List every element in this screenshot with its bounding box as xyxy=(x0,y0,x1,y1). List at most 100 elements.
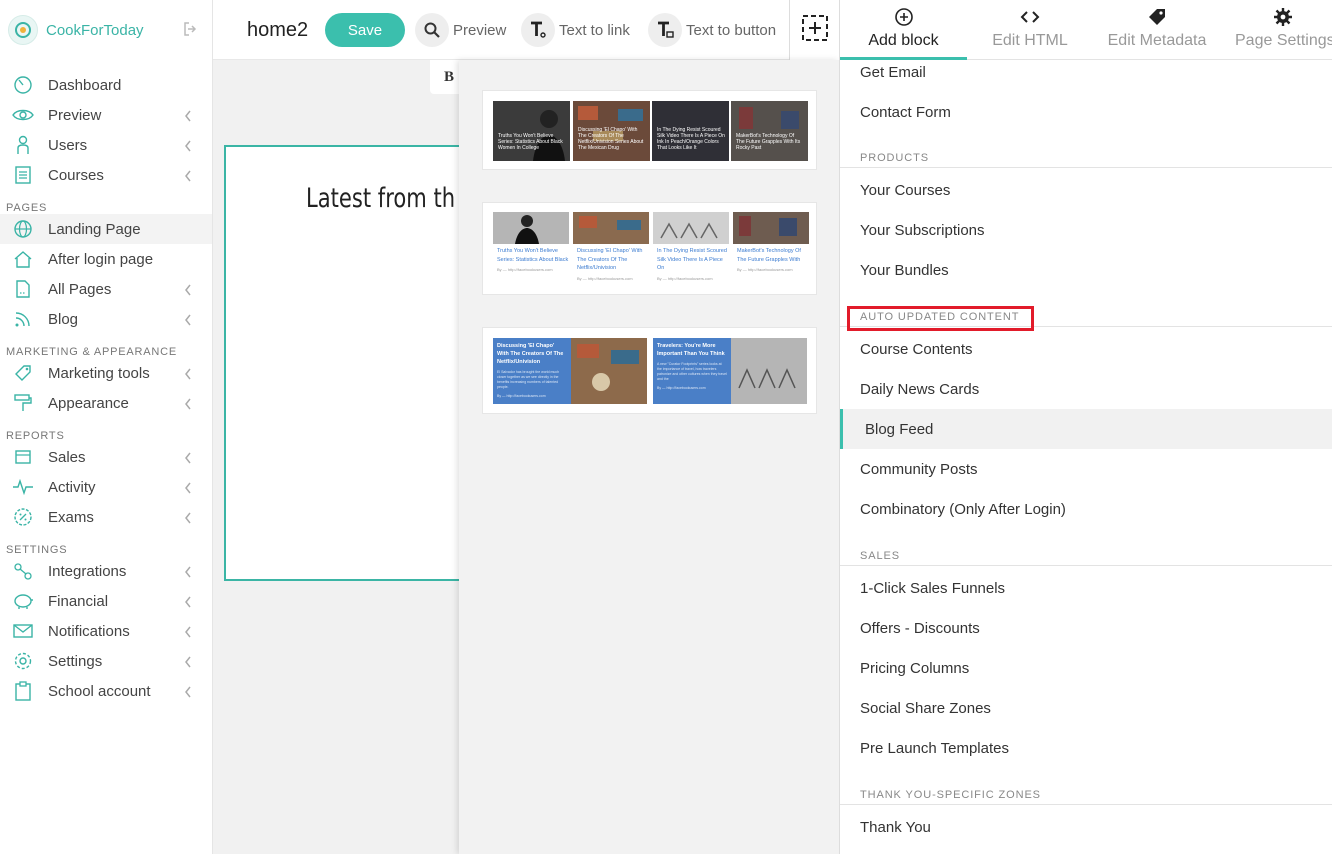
block-group-title: PRODUCTS xyxy=(840,148,1332,168)
sidebar-item-label: School account xyxy=(48,682,151,700)
eye-icon xyxy=(12,104,34,126)
paint-roller-icon xyxy=(12,392,34,414)
sidebar-item-label: Exams xyxy=(48,508,94,526)
sidebar-item-label: Sales xyxy=(48,448,86,466)
preview-thumbnail: Discussing 'El Chapo' With The Creators … xyxy=(573,101,650,161)
preview-thumbnail: Travelers: You're More Important Than Yo… xyxy=(653,338,807,404)
preview-thumbnail: In The Dying Resist Scoured Silk Video T… xyxy=(653,212,729,281)
mail-icon xyxy=(12,620,34,642)
block-item-daily-news-cards[interactable]: Daily News Cards xyxy=(840,369,1332,409)
gear-icon xyxy=(12,650,34,672)
brand[interactable]: CookForToday xyxy=(0,0,212,60)
chevron-left-icon xyxy=(184,169,192,186)
globe-icon xyxy=(12,218,34,240)
sidebar-group-title: MARKETING & APPEARANCE xyxy=(6,346,178,358)
sidebar-item-label: Landing Page xyxy=(48,220,141,238)
tab-label: Edit Metadata xyxy=(1107,32,1207,49)
block-item-sales-funnels[interactable]: 1-Click Sales Funnels xyxy=(840,568,1332,608)
preview-thumbnail: Discussing 'El Chapo' With The Creators … xyxy=(573,212,649,281)
block-item-your-courses[interactable]: Your Courses xyxy=(840,170,1332,210)
tab-edit-html[interactable]: Edit HTML xyxy=(967,0,1093,60)
sidebar-item-landing-page[interactable]: Landing Page xyxy=(0,214,212,244)
blog-feed-template-blue[interactable]: Discussing 'El Chapo' With The Creators … xyxy=(482,327,817,414)
block-item-your-subscriptions[interactable]: Your Subscriptions xyxy=(840,210,1332,250)
preview-thumbnail: Discussing 'El Chapo' With The Creators … xyxy=(493,338,647,404)
sidebar-item-blog[interactable]: Blog xyxy=(0,304,212,334)
sidebar-item-appearance[interactable]: Appearance xyxy=(0,388,212,418)
tab-page-settings[interactable]: Page Settings xyxy=(1221,0,1332,60)
preview-meta: By — http://facebookusers.com xyxy=(577,275,633,281)
clipboard-icon xyxy=(12,680,34,702)
tab-label: Add block xyxy=(868,32,939,49)
sidebar-item-sales[interactable]: Sales xyxy=(0,442,212,472)
tab-edit-metadata[interactable]: Edit Metadata xyxy=(1093,0,1221,60)
preview-button[interactable]: Preview xyxy=(415,13,506,47)
sidebar-item-label: Users xyxy=(48,136,88,154)
sidebar-item-users[interactable]: Users xyxy=(0,130,212,160)
piggy-bank-icon xyxy=(12,590,34,612)
blog-feed-template-dark[interactable]: Truths You Won't Believe Series: Statist… xyxy=(482,90,817,170)
editor-canvas-section[interactable]: Latest from th xyxy=(224,145,484,581)
sidebar-item-settings[interactable]: Settings xyxy=(0,646,212,676)
chevron-left-icon xyxy=(184,595,192,612)
search-icon xyxy=(415,13,449,47)
sidebar-group-title: REPORTS xyxy=(6,430,65,442)
logout-icon[interactable] xyxy=(182,20,200,43)
tab-add-block[interactable]: Add block xyxy=(840,0,967,60)
chevron-left-icon xyxy=(184,481,192,498)
text-to-link-label: Text to link xyxy=(559,21,630,39)
add-block-toggle[interactable] xyxy=(789,0,839,60)
brand-logo-icon xyxy=(8,15,38,45)
block-item-pricing-columns[interactable]: Pricing Columns xyxy=(840,648,1332,688)
sidebar-item-dashboard[interactable]: Dashboard xyxy=(0,70,212,100)
sidebar-item-notifications[interactable]: Notifications xyxy=(0,616,212,646)
text-to-button-label: Text to button xyxy=(686,21,777,39)
sidebar-group-title: PAGES xyxy=(6,202,48,214)
preview-excerpt: A new "Curator Footprints" series looks … xyxy=(657,362,727,381)
rss-icon xyxy=(12,308,34,330)
block-item-social-share-zones[interactable]: Social Share Zones xyxy=(840,688,1332,728)
preview-caption: Truths You Won't Believe Series: Statist… xyxy=(498,133,563,151)
canvas-heading[interactable]: Latest from th xyxy=(306,183,455,214)
block-item-contact-form[interactable]: Contact Form xyxy=(840,92,1332,132)
block-item-community-posts[interactable]: Community Posts xyxy=(840,449,1332,489)
block-item-blog-feed[interactable]: Blog Feed xyxy=(840,409,1332,449)
block-item-your-bundles[interactable]: Your Bundles xyxy=(840,250,1332,290)
home-icon xyxy=(12,248,34,270)
sidebar-item-financial[interactable]: Financial xyxy=(0,586,212,616)
block-item-pre-launch-templates[interactable]: Pre Launch Templates xyxy=(840,728,1332,768)
text-to-button-button[interactable]: Text to button xyxy=(648,13,776,47)
sidebar-item-marketing-tools[interactable]: Marketing tools xyxy=(0,358,212,388)
text-button-icon xyxy=(648,13,682,47)
percent-gear-icon xyxy=(12,506,34,528)
block-item-combinatory[interactable]: Combinatory (Only After Login) xyxy=(840,489,1332,529)
sidebar-item-integrations[interactable]: Integrations xyxy=(0,556,212,586)
block-item-course-contents[interactable]: Course Contents xyxy=(840,329,1332,369)
sidebar-item-label: Notifications xyxy=(48,622,130,640)
sidebar-item-school-account[interactable]: School account xyxy=(0,676,212,706)
sidebar-item-courses[interactable]: Courses xyxy=(0,160,212,190)
sidebar-item-all-pages[interactable]: All Pages xyxy=(0,274,212,304)
text-to-link-button[interactable]: Text to link xyxy=(521,13,630,47)
sidebar-item-preview[interactable]: Preview xyxy=(0,100,212,130)
save-button[interactable]: Save xyxy=(325,13,405,47)
chevron-left-icon xyxy=(184,283,192,300)
tag-icon xyxy=(12,362,34,384)
gear-icon xyxy=(1273,6,1293,28)
sidebar-item-exams[interactable]: Exams xyxy=(0,502,212,532)
sidebar-item-after-login-page[interactable]: After login page xyxy=(0,244,212,274)
sidebar-item-activity[interactable]: Activity xyxy=(0,472,212,502)
preview-thumbnail: In The Dying Resist Scoured Silk Video T… xyxy=(652,101,729,161)
block-item-get-email[interactable]: Get Email xyxy=(840,52,1332,92)
preview-meta: By — http://facebookusers.com xyxy=(497,267,553,272)
add-square-icon xyxy=(801,14,829,47)
sidebar-item-label: All Pages xyxy=(48,280,112,298)
chevron-left-icon xyxy=(184,397,192,414)
tab-label: Page Settings xyxy=(1235,32,1332,49)
block-item-offers-discounts[interactable]: Offers - Discounts xyxy=(840,608,1332,648)
page-name: home2 xyxy=(247,19,309,41)
dashboard-icon xyxy=(12,74,34,96)
blog-feed-template-light[interactable]: Truths You Won't Believe Series: Statist… xyxy=(482,202,817,295)
pulse-icon xyxy=(12,476,34,498)
block-item-thank-you[interactable]: Thank You xyxy=(840,807,1332,847)
